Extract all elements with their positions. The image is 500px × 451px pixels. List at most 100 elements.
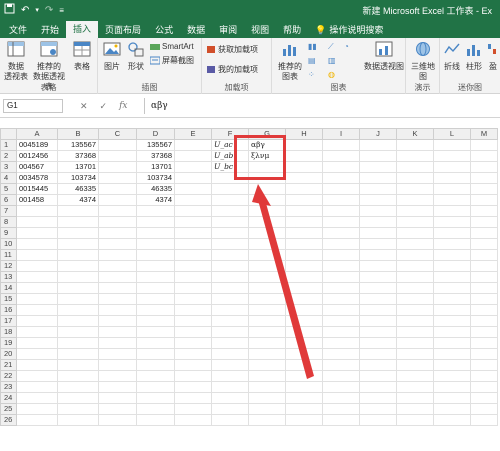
cell-a23[interactable]: [16, 381, 58, 393]
cell-b1[interactable]: 135567: [57, 139, 99, 151]
cell-i7[interactable]: [322, 205, 360, 217]
cell-i14[interactable]: [322, 282, 360, 294]
cell-j25[interactable]: [359, 403, 397, 415]
row-header-10[interactable]: 10: [0, 238, 17, 250]
cell-j12[interactable]: [359, 260, 397, 272]
cell-m21[interactable]: [470, 359, 498, 371]
cell-b19[interactable]: [57, 337, 99, 349]
cell-k9[interactable]: [396, 227, 434, 239]
cell-i1[interactable]: [322, 139, 360, 151]
cell-b21[interactable]: [57, 359, 99, 371]
smartart-button[interactable]: SmartArt: [150, 42, 194, 51]
cell-l8[interactable]: [433, 216, 471, 228]
cell-a24[interactable]: [16, 392, 58, 404]
cell-g22[interactable]: [248, 370, 286, 382]
cell-d7[interactable]: [136, 205, 175, 217]
cell-g10[interactable]: [248, 238, 286, 250]
cell-a13[interactable]: [16, 271, 58, 283]
cell-g25[interactable]: [248, 403, 286, 415]
cell-b7[interactable]: [57, 205, 99, 217]
tab-formulas[interactable]: 公式: [148, 22, 180, 38]
column-header-e[interactable]: E: [174, 128, 212, 140]
cell-h1[interactable]: [285, 139, 323, 151]
cell-h17[interactable]: [285, 315, 323, 327]
cell-l5[interactable]: [433, 183, 471, 195]
cell-a15[interactable]: [16, 293, 58, 305]
cell-i18[interactable]: [322, 326, 360, 338]
formula-input[interactable]: αβγ: [144, 98, 498, 114]
cell-i9[interactable]: [322, 227, 360, 239]
cell-j9[interactable]: [359, 227, 397, 239]
cell-a1[interactable]: 0045189: [16, 139, 58, 151]
cell-i8[interactable]: [322, 216, 360, 228]
cell-a11[interactable]: [16, 249, 58, 261]
column-header-l[interactable]: L: [433, 128, 471, 140]
cell-b20[interactable]: [57, 348, 99, 360]
cell-a20[interactable]: [16, 348, 58, 360]
cell-k7[interactable]: [396, 205, 434, 217]
cell-m16[interactable]: [470, 304, 498, 316]
cell-j11[interactable]: [359, 249, 397, 261]
cell-g26[interactable]: [248, 414, 286, 426]
cell-j8[interactable]: [359, 216, 397, 228]
3d-map-button[interactable]: 三维地 图: [409, 41, 437, 82]
spreadsheet-grid[interactable]: ABCDEFGHIJKLM 1 0045189 135567 135567 U_ac αβ…: [0, 128, 500, 451]
cell-d11[interactable]: [136, 249, 175, 261]
column-header-h[interactable]: H: [285, 128, 323, 140]
cell-j22[interactable]: [359, 370, 397, 382]
cell-d22[interactable]: [136, 370, 175, 382]
cell-k14[interactable]: [396, 282, 434, 294]
cell-d17[interactable]: [136, 315, 175, 327]
cell-l26[interactable]: [433, 414, 471, 426]
cell-l17[interactable]: [433, 315, 471, 327]
row-header-21[interactable]: 21: [0, 359, 17, 371]
cell-i4[interactable]: [322, 172, 360, 184]
cell-h9[interactable]: [285, 227, 323, 239]
row-header-9[interactable]: 9: [0, 227, 17, 239]
cell-f19[interactable]: [211, 337, 249, 349]
cell-a8[interactable]: [16, 216, 58, 228]
cell-k2[interactable]: [396, 150, 434, 162]
cell-c2[interactable]: [98, 150, 137, 162]
cell-f15[interactable]: [211, 293, 249, 305]
cell-f21[interactable]: [211, 359, 249, 371]
cell-b6[interactable]: 4374: [57, 194, 99, 206]
cell-a18[interactable]: [16, 326, 58, 338]
cell-h16[interactable]: [285, 304, 323, 316]
cell-l20[interactable]: [433, 348, 471, 360]
cell-a6[interactable]: 001458: [16, 194, 58, 206]
cell-g5[interactable]: [248, 183, 286, 195]
cell-i19[interactable]: [322, 337, 360, 349]
cell-l21[interactable]: [433, 359, 471, 371]
shapes-button[interactable]: 形状: [124, 41, 148, 72]
column-header-a[interactable]: A: [16, 128, 58, 140]
cell-e2[interactable]: [174, 150, 212, 162]
cell-c25[interactable]: [98, 403, 137, 415]
cell-c20[interactable]: [98, 348, 137, 360]
cell-e19[interactable]: [174, 337, 212, 349]
cell-i23[interactable]: [322, 381, 360, 393]
cell-d26[interactable]: [136, 414, 175, 426]
cell-h24[interactable]: [285, 392, 323, 404]
cell-g15[interactable]: [248, 293, 286, 305]
cell-l14[interactable]: [433, 282, 471, 294]
cell-f22[interactable]: [211, 370, 249, 382]
cell-j23[interactable]: [359, 381, 397, 393]
cell-g16[interactable]: [248, 304, 286, 316]
stat-chart-button[interactable]: ▥: [328, 56, 336, 65]
cell-b24[interactable]: [57, 392, 99, 404]
cell-b2[interactable]: 37368: [57, 150, 99, 162]
table-button[interactable]: 表格: [70, 41, 94, 72]
cell-f8[interactable]: [211, 216, 249, 228]
cell-e9[interactable]: [174, 227, 212, 239]
row-header-1[interactable]: 1: [0, 139, 17, 151]
cell-f17[interactable]: [211, 315, 249, 327]
row-header-3[interactable]: 3: [0, 161, 17, 173]
cell-e18[interactable]: [174, 326, 212, 338]
cell-j26[interactable]: [359, 414, 397, 426]
cell-c5[interactable]: [98, 183, 137, 195]
cell-h26[interactable]: [285, 414, 323, 426]
cell-m23[interactable]: [470, 381, 498, 393]
cell-e10[interactable]: [174, 238, 212, 250]
cell-l10[interactable]: [433, 238, 471, 250]
